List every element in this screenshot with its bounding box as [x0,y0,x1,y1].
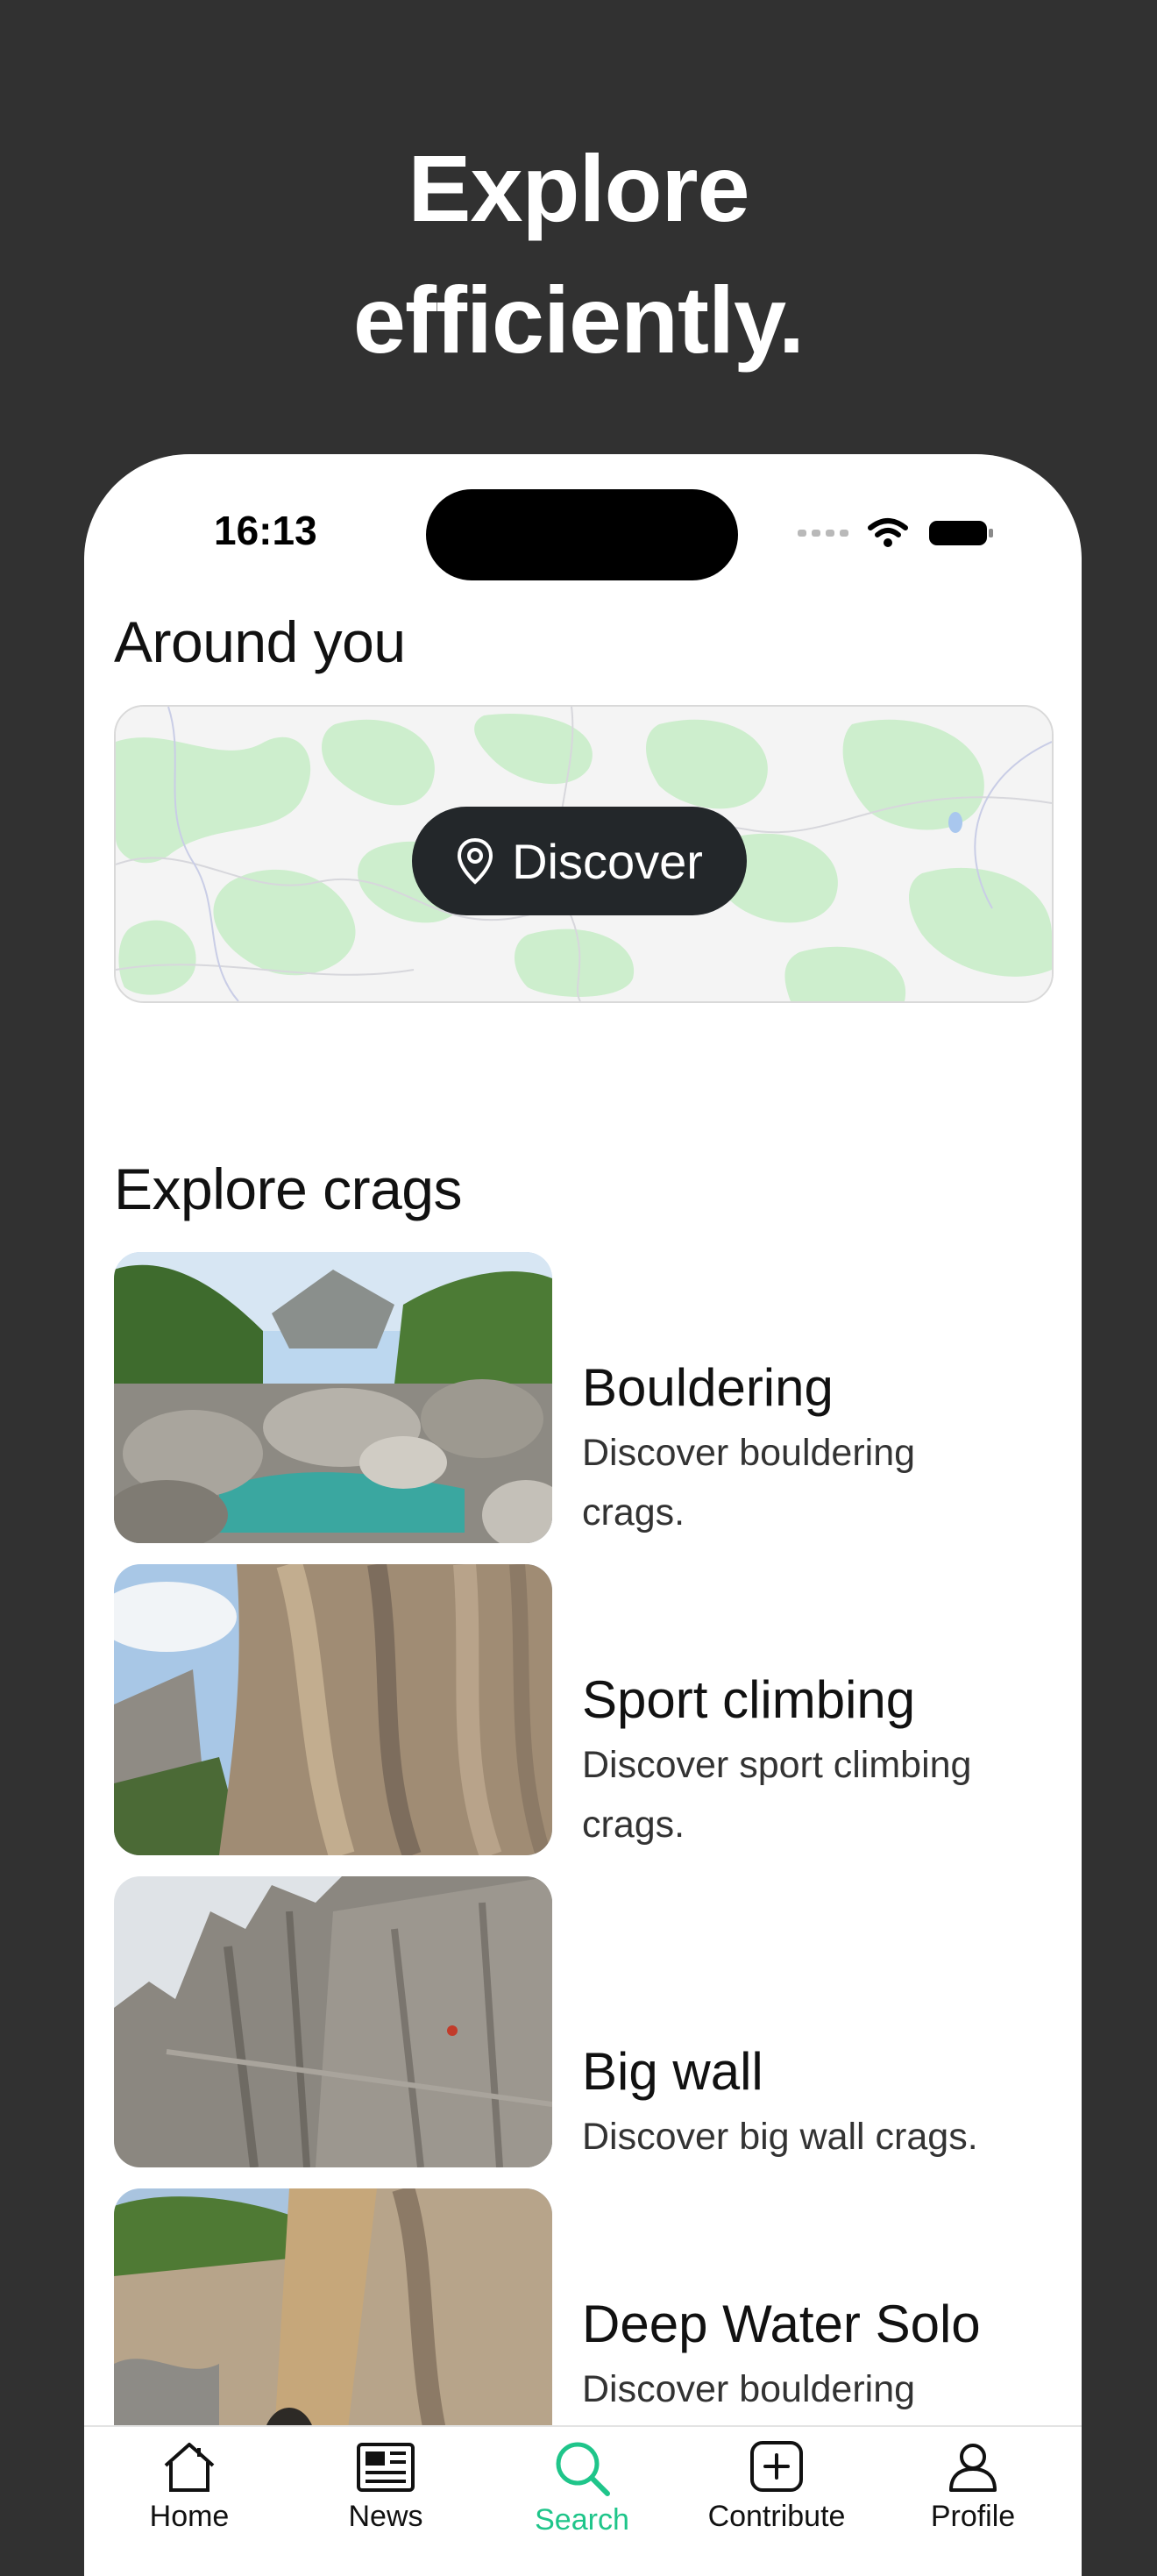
tab-profile[interactable]: Profile [894,2439,1052,2534]
tab-label: Contribute [707,2500,846,2533]
crag-description: Discover big wall crags. [582,2107,1055,2167]
crag-description: Discover bouldering [582,2359,1055,2419]
explore-crags-title: Explore crags [114,1156,463,1221]
sport-climbing-image [114,1564,552,1855]
crag-description-line-2: crags. [582,1804,685,1846]
tab-bar: Home News Search Contribute Profile [84,2425,1082,2576]
crag-description: Discover bouldering crags. [582,1423,1055,1542]
headline-line-1: Explore [408,135,749,241]
big-wall-image [114,1876,552,2167]
crag-name: Big wall [582,2042,763,2101]
crag-description: Discover sport climbing crags. [582,1735,1055,1854]
crag-description-line-1: Discover bouldering [582,1432,916,1474]
location-pin-icon [458,837,493,885]
tab-label: News [348,2500,423,2533]
crag-name: Sport climbing [582,1670,916,1729]
crag-description-line-2: crags. [582,1491,685,1534]
crag-description-line-1: Discover big wall crags. [582,2116,978,2158]
status-time: 16:13 [214,508,317,553]
sport-climbing-text: Sport climbing Discover sport climbing c… [582,1669,1055,1854]
crag-name: Deep Water Solo [582,2295,981,2353]
tab-contribute[interactable]: Contribute [698,2439,855,2534]
dynamic-island [426,489,738,580]
bouldering-image [114,1252,552,1543]
crag-description-line-1: Discover sport climbing [582,1744,972,1786]
deep-water-solo-text: Deep Water Solo Discover bouldering [582,2294,1055,2419]
house-icon [164,2443,215,2492]
discover-button[interactable]: Discover [412,807,747,915]
around-you-title: Around you [114,609,406,674]
phone-screen: 16:13 Around you Discover Explore crags … [84,454,1082,2576]
discover-label: Discover [512,833,703,889]
crag-item-big-wall[interactable]: Big wall Discover big wall crags. [114,1876,1050,2167]
big-wall-text: Big wall Discover big wall crags. [582,2041,1055,2167]
newspaper-icon [357,2443,415,2492]
plus-square-icon [750,2441,803,2492]
signal-icon [798,530,848,537]
headline: Explore efficiently. [0,123,1157,386]
map-preview[interactable]: Discover [114,705,1054,1003]
tab-label: Search [535,2503,629,2537]
wifi-icon [868,518,908,547]
tab-search[interactable]: Search [503,2439,661,2537]
bouldering-text: Bouldering Discover bouldering crags. [582,1357,1055,1542]
person-icon [949,2444,997,2492]
tab-news[interactable]: News [307,2439,465,2534]
status-icons [798,517,994,549]
crag-description-line-1: Discover bouldering [582,2368,916,2410]
battery-icon [929,521,993,545]
tab-home[interactable]: Home [110,2439,268,2534]
crag-item-sport-climbing[interactable]: Sport climbing Discover sport climbing c… [114,1564,1050,1855]
headline-line-2: efficiently. [352,267,805,373]
crag-name: Bouldering [582,1358,834,1417]
tab-label: Profile [930,2500,1016,2533]
search-icon [556,2442,610,2496]
crag-item-bouldering[interactable]: Bouldering Discover bouldering crags. [114,1252,1050,1543]
tab-label: Home [149,2500,230,2533]
